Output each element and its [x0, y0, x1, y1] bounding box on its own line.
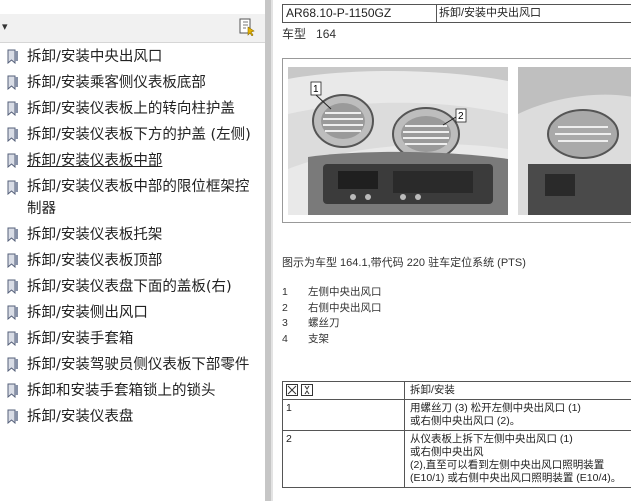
step-text: 从仪表板上拆下左侧中央出风口 (1) 或右侧中央出风 (2),直至可以看到左侧中…: [410, 433, 622, 484]
step-row: 1 用螺丝刀 (3) 松开左侧中央出风口 (1) 或右侧中央出风口 (2)。: [283, 400, 631, 431]
expand-all-icon[interactable]: [286, 384, 298, 397]
bookmark-label: 拆卸/安装仪表板顶部: [27, 253, 163, 269]
bookmark-item[interactable]: 拆卸/安装手套箱: [0, 326, 265, 352]
document-code: AR68.10-P-1150GZ: [283, 5, 437, 22]
bookmark-icon: [7, 180, 18, 195]
bookmark-icon: [7, 49, 18, 64]
bookmark-list: 拆卸/安装中央出风口 拆卸/安装乘客侧仪表板底部 拆卸/安装仪表板上的转向柱护盖…: [0, 44, 265, 430]
steps-table: 拆卸/安装 1 用螺丝刀 (3) 松开左侧中央出风口 (1) 或右侧中央出风口 …: [282, 381, 631, 488]
bookmark-label: 拆卸/安装手套箱: [27, 331, 134, 347]
step-row: 2 从仪表板上拆下左侧中央出风口 (1) 或右侧中央出风 (2),直至可以看到左…: [283, 431, 631, 488]
bookmark-item[interactable]: 拆卸/安装侧出风口: [0, 300, 265, 326]
bookmark-icon: [7, 253, 18, 268]
bookmark-item[interactable]: 拆卸/安装乘客侧仪表板底部: [0, 70, 265, 96]
bookmark-icon: [7, 227, 18, 242]
bookmark-label: 拆卸/安装仪表板下方的护盖 (左侧): [27, 127, 251, 143]
document-page: AR68.10-P-1150GZ 拆卸/安装中央出风口 车型 164 1 2 图…: [273, 0, 631, 501]
bookmark-options-icon[interactable]: [238, 18, 256, 36]
legend-item: 1 左侧中央出风口: [282, 286, 382, 298]
step-number: 1: [283, 400, 405, 430]
bookmarks-toolbar: ▾: [0, 14, 265, 43]
bookmark-label: 拆卸/安装侧出风口: [27, 305, 148, 321]
model-line: 车型 164: [282, 25, 336, 42]
bookmark-item[interactable]: 拆卸/安装仪表板上的转向柱护盖: [0, 96, 265, 122]
bookmark-label: 拆卸和安装手套箱锁上的锁头: [27, 383, 216, 399]
bookmark-label-line2: 制器: [27, 201, 56, 217]
bookmark-label: 拆卸/安装中央出风口: [27, 49, 163, 65]
collapse-caret-icon[interactable]: ▾: [2, 19, 8, 35]
collapse-all-icon[interactable]: [301, 384, 313, 397]
expand-collapse-controls: [283, 382, 405, 399]
model-label: 车型: [282, 27, 307, 41]
callout-2: 2: [458, 111, 464, 122]
bookmark-item[interactable]: 拆卸/安装驾驶员侧仪表板下部零件: [0, 352, 265, 378]
bookmark-icon: [7, 383, 18, 398]
bookmark-label-line1: 拆卸/安装仪表板中部的限位框架控: [27, 179, 250, 195]
bookmark-icon: [7, 305, 18, 320]
legend-list: 1 左侧中央出风口 2 右侧中央出风口 3 螺丝刀 4 支架: [282, 285, 382, 347]
legend-item: 4 支架: [282, 332, 329, 345]
bookmark-icon: [7, 153, 18, 168]
bookmark-label: 拆卸/安装仪表板上的转向柱护盖: [27, 101, 235, 117]
legend-item: 2 右侧中央出风口: [282, 301, 382, 314]
legend-item: 3 螺丝刀: [282, 317, 340, 329]
bookmark-label: 拆卸/安装驾驶员侧仪表板下部零件: [27, 357, 250, 373]
bookmark-label: 拆卸/安装仪表盘下面的盖板(右): [27, 279, 232, 295]
steps-header: 拆卸/安装: [410, 384, 455, 396]
bookmark-icon: [7, 279, 18, 294]
bookmark-item[interactable]: 拆卸和安装手套箱锁上的锁头: [0, 378, 265, 404]
bookmark-item[interactable]: 拆卸/安装仪表板托架: [0, 222, 265, 248]
figure-caption: 图示为车型 164.1,带代码 220 驻车定位系统 (PTS): [282, 257, 526, 269]
bookmark-item[interactable]: 拆卸/安装仪表盘: [0, 404, 265, 430]
bookmark-item[interactable]: 拆卸/安装仪表板中部的限位框架控 制器: [0, 174, 265, 222]
steps-header-row: 拆卸/安装: [283, 382, 631, 400]
bookmark-item[interactable]: 拆卸/安装仪表板顶部: [0, 248, 265, 274]
bookmark-item[interactable]: 拆卸/安装仪表盘下面的盖板(右): [0, 274, 265, 300]
bookmark-label: 拆卸/安装仪表板托架: [27, 227, 163, 243]
bookmark-label: 拆卸/安装仪表板中部: [27, 153, 163, 169]
bookmark-icon: [7, 101, 18, 116]
bookmark-label: 拆卸/安装乘客侧仪表板底部: [27, 75, 206, 91]
bookmark-label: 拆卸/安装仪表盘: [27, 409, 134, 425]
bookmark-icon: [7, 75, 18, 90]
bookmark-icon: [7, 331, 18, 346]
dashboard-photo: 1 2: [288, 67, 631, 215]
callout-1: 1: [313, 84, 319, 95]
bookmark-icon: [7, 409, 18, 424]
bookmarks-panel: ▾ 拆卸/安装中央出风口 拆卸/安装乘客侧仪表板底部 拆卸/安装仪表板上的转向柱…: [0, 0, 265, 501]
document-header-table: AR68.10-P-1150GZ 拆卸/安装中央出风口: [282, 4, 631, 23]
bookmark-item[interactable]: 拆卸/安装仪表板中部: [0, 148, 265, 174]
step-text: 用螺丝刀 (3) 松开左侧中央出风口 (1) 或右侧中央出风口 (2)。: [410, 402, 581, 427]
model-value: 164: [316, 27, 337, 41]
bookmark-icon: [7, 357, 18, 372]
bookmark-item[interactable]: 拆卸/安装仪表板下方的护盖 (左侧): [0, 122, 265, 148]
step-number: 2: [283, 431, 405, 487]
document-title: 拆卸/安装中央出风口: [439, 7, 542, 19]
bookmark-icon: [7, 127, 18, 142]
dashboard-figure: 1 2: [282, 58, 631, 223]
bookmark-item[interactable]: 拆卸/安装中央出风口: [0, 44, 265, 70]
